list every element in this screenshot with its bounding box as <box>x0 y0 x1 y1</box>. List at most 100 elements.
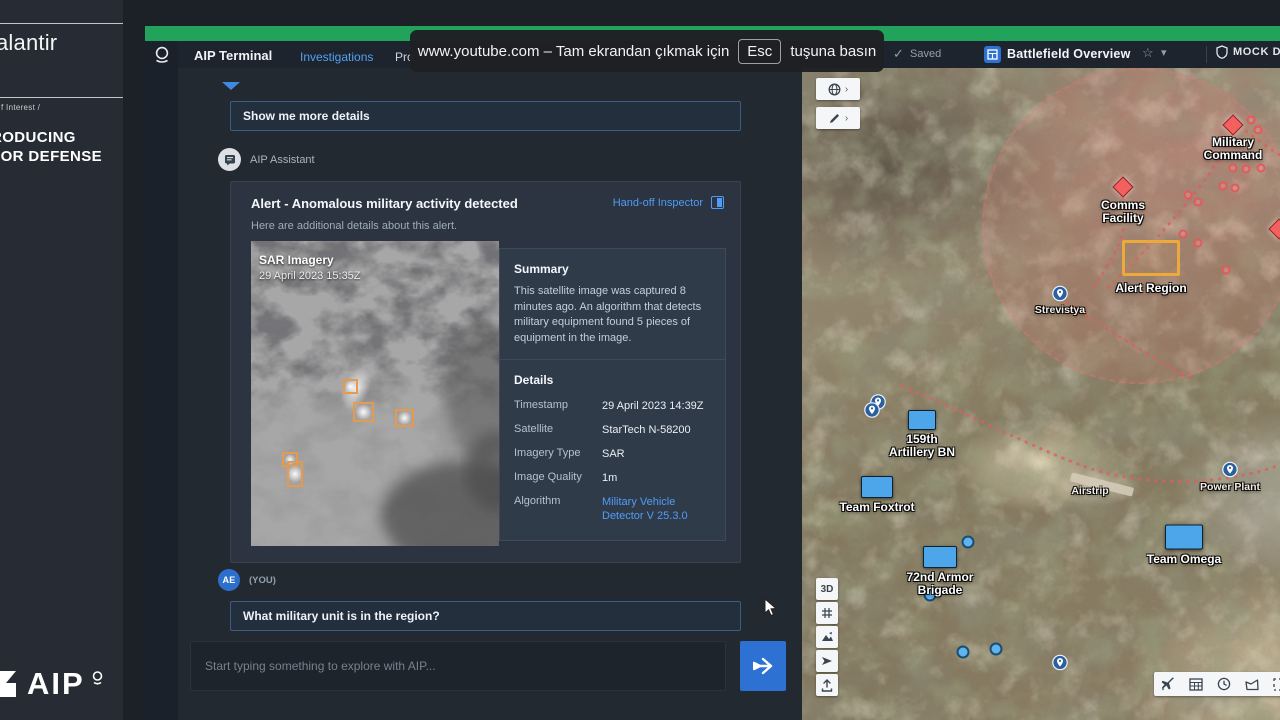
shield-icon <box>1216 45 1228 59</box>
chevron-down-icon[interactable]: ▾ <box>1161 46 1167 59</box>
marker-power-plant-label: Power Plant <box>1200 481 1260 494</box>
collapse-chevron-icon[interactable] <box>222 82 240 90</box>
marker-edge-facility[interactable] <box>1268 218 1280 239</box>
shape-icon[interactable] <box>1245 678 1259 691</box>
marker-72nd-armor[interactable] <box>923 546 957 568</box>
send-button[interactable] <box>740 641 786 691</box>
aip-logo-block-icon <box>0 669 20 699</box>
red-target-2[interactable] <box>1254 126 1263 135</box>
map-bottom-toolbar <box>1154 672 1280 696</box>
grid-icon <box>821 607 833 619</box>
palantir-wordmark: alantir <box>0 30 57 56</box>
detection-box-1[interactable] <box>343 379 358 394</box>
marker-159th-artillery[interactable] <box>908 410 936 430</box>
handoff-label[interactable]: Hand-off Inspector <box>613 197 703 209</box>
pan-button[interactable] <box>816 650 838 672</box>
esc-key-badge: Esc <box>738 39 781 64</box>
chevron-right-icon: › <box>845 84 848 95</box>
red-target-11[interactable] <box>1194 239 1203 248</box>
user-prompt-bubble[interactable]: What military unit is in the region? <box>230 601 741 631</box>
sar-caption: SAR Imagery 29 April 2023 15:35Z <box>259 253 361 282</box>
assistant-avatar <box>218 148 241 171</box>
marker-team-foxtrot[interactable] <box>861 476 893 498</box>
marker-alert-region[interactable] <box>1122 240 1180 276</box>
mouse-cursor <box>764 598 777 617</box>
tab-investigations[interactable]: Investigations <box>300 50 373 64</box>
detail-label: Algorithm <box>514 495 602 523</box>
red-target-4[interactable] <box>1242 165 1251 174</box>
marker-comms-facility[interactable] <box>1112 176 1133 197</box>
mock-data-label: MOCK DATA <box>1233 46 1280 58</box>
previous-prompt-bubble[interactable]: Show me more details <box>230 101 741 131</box>
marker-power-plant[interactable] <box>1222 462 1238 483</box>
detection-box-3[interactable] <box>395 409 414 427</box>
terrain-button[interactable] <box>816 626 838 648</box>
marker-dot-4[interactable] <box>990 643 1003 656</box>
marker-alert-region-label: Alert Region <box>1115 282 1186 295</box>
map-view-title[interactable]: Battlefield Overview <box>1007 47 1131 61</box>
red-target-5[interactable] <box>1257 164 1266 173</box>
red-target-9[interactable] <box>1194 198 1203 207</box>
map-view-icon <box>984 46 1001 63</box>
sar-image[interactable]: SAR Imagery 29 April 2023 15:35Z <box>251 241 499 546</box>
clock-icon[interactable] <box>1217 677 1231 691</box>
chat-left-rail <box>145 68 178 720</box>
intro-title: RODUCING FOR DEFENSE <box>0 128 102 166</box>
marker-dot-3[interactable] <box>957 646 970 659</box>
detection-box-5[interactable] <box>287 461 303 487</box>
3d-button[interactable]: 3D <box>816 578 838 600</box>
details-section: Details Timestamp 29 April 2023 14:39Z S… <box>500 359 725 546</box>
marker-airstrip-label: Airstrip <box>1071 485 1108 498</box>
red-target-7[interactable] <box>1231 184 1240 193</box>
alert-title: Alert - Anomalous military activity dete… <box>251 196 518 211</box>
app-title: AIP Terminal <box>194 48 272 63</box>
red-target-3[interactable] <box>1229 164 1238 173</box>
user-row: AE (YOU) <box>218 569 276 591</box>
alert-subtitle: Here are additional details about this a… <box>251 220 457 232</box>
handoff-toggle-icon[interactable] <box>711 196 724 209</box>
chat-input-bar <box>190 641 726 691</box>
assistant-name: AIP Assistant <box>250 154 315 166</box>
palantir-logo-icon <box>154 46 170 64</box>
send-icon <box>753 657 773 675</box>
screen: alantir f Interest / RODUCING FOR DEFENS… <box>0 0 1280 720</box>
flight-icon[interactable] <box>1161 677 1175 691</box>
red-target-1[interactable] <box>1247 116 1256 125</box>
alert-card: Alert - Anomalous military activity dete… <box>230 181 741 563</box>
table-icon[interactable] <box>1189 678 1203 691</box>
map-control-stack: 3D <box>816 578 838 696</box>
marker-dot-1[interactable] <box>962 536 975 549</box>
favorite-star-icon[interactable]: ☆ <box>1142 45 1154 61</box>
detail-row-imagery-type: Imagery Type SAR <box>514 447 711 461</box>
detail-value: 29 April 2023 14:39Z <box>602 399 704 413</box>
chat-input[interactable] <box>191 642 725 690</box>
detail-label: Imagery Type <box>514 447 602 461</box>
divider <box>0 23 123 24</box>
algorithm-link[interactable]: Military Vehicle Detector V 25.3.0 <box>602 495 711 523</box>
pen-icon <box>828 112 841 125</box>
red-target-10[interactable] <box>1179 230 1188 239</box>
grid-button[interactable] <box>816 602 838 624</box>
battlefield-map[interactable]: MilitaryCommandCommsFacilityAlert Region… <box>802 68 1280 720</box>
summary-body: This satellite image was captured 8 minu… <box>514 284 711 346</box>
upload-button[interactable] <box>816 674 838 696</box>
handoff-inspector[interactable]: Hand-off Inspector <box>613 196 724 209</box>
sar-title: SAR Imagery <box>259 253 361 267</box>
marker-pin-cluster[interactable] <box>864 394 890 420</box>
marker-team-omega[interactable] <box>1165 525 1203 550</box>
select-area-icon[interactable] <box>1273 678 1280 691</box>
details-title: Details <box>514 373 711 387</box>
alert-info-panel: Summary This satellite image was capture… <box>499 248 726 541</box>
red-target-6[interactable] <box>1219 182 1228 191</box>
user-avatar: AE <box>218 569 240 591</box>
globe-layers-button[interactable]: › <box>816 78 860 100</box>
nav-logo-column[interactable] <box>145 41 178 68</box>
marker-military-command[interactable] <box>1222 114 1243 135</box>
marker-pin-south[interactable] <box>1052 655 1068 676</box>
detail-value: 1m <box>602 471 617 485</box>
marker-159th-artillery-label: 159thArtillery BN <box>889 433 955 459</box>
red-target-8[interactable] <box>1184 191 1193 200</box>
red-target-12[interactable] <box>1222 266 1231 275</box>
draw-tools-button[interactable]: › <box>816 107 860 129</box>
detection-box-2[interactable] <box>353 402 374 422</box>
